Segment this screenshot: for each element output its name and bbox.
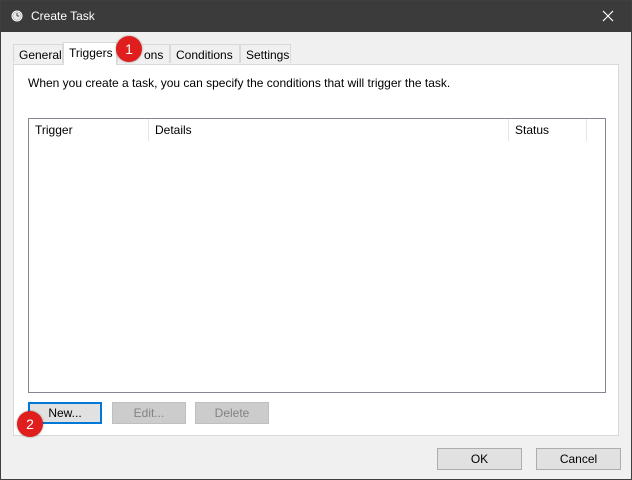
tab-label: Conditions <box>176 48 233 62</box>
tab-label: Triggers <box>69 46 113 60</box>
triggers-list[interactable]: Trigger Details Status <box>28 118 606 393</box>
triggers-tab-panel: When you create a task, you can specify … <box>13 64 619 436</box>
column-header-details[interactable]: Details <box>149 119 509 141</box>
create-task-window: Create Task General Triggers ons Conditi… <box>0 0 632 480</box>
badge-number: 1 <box>125 41 133 57</box>
triggers-description: When you create a task, you can specify … <box>28 76 451 90</box>
title-bar[interactable]: Create Task <box>1 1 631 32</box>
edit-trigger-button[interactable]: Edit... <box>112 402 186 424</box>
tab-settings[interactable]: Settings <box>240 44 291 63</box>
task-scheduler-clock-icon <box>11 10 23 22</box>
list-header: Trigger Details Status <box>29 119 605 141</box>
delete-trigger-button[interactable]: Delete <box>195 402 269 424</box>
tab-label: Settings <box>246 48 290 62</box>
column-label: Trigger <box>35 123 73 137</box>
column-header-trigger[interactable]: Trigger <box>29 119 149 141</box>
close-button[interactable] <box>585 1 631 32</box>
tab-general[interactable]: General <box>13 44 63 63</box>
column-label: Details <box>155 123 192 137</box>
window-title: Create Task <box>31 9 95 23</box>
annotation-badge-1: 1 <box>116 36 142 62</box>
column-header-status[interactable]: Status <box>509 119 587 141</box>
ok-button[interactable]: OK <box>437 448 522 470</box>
annotation-badge-2: 2 <box>17 411 43 437</box>
column-label: Status <box>515 123 550 137</box>
cancel-button[interactable]: Cancel <box>536 448 621 470</box>
close-icon <box>602 10 614 22</box>
badge-number: 2 <box>26 416 34 432</box>
tab-triggers[interactable]: Triggers <box>63 42 117 65</box>
tab-label: General <box>19 48 62 62</box>
tab-label: ons <box>144 48 164 62</box>
tab-conditions[interactable]: Conditions <box>170 44 240 63</box>
